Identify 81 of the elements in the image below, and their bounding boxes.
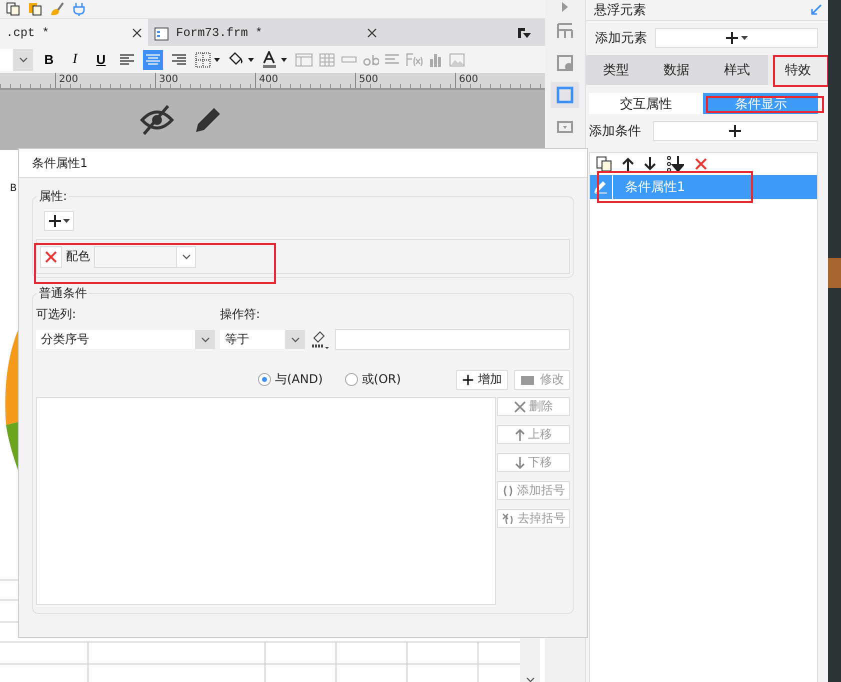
editor-tab[interactable]: .cpt * <box>0 19 148 46</box>
up-arrow-icon <box>515 428 525 440</box>
ruler-label: 200 <box>55 73 155 88</box>
bar-chart-icon[interactable] <box>429 52 443 66</box>
field-label: 可选列: <box>36 306 78 323</box>
down-caret-icon <box>526 677 534 682</box>
caret-icon <box>182 254 190 260</box>
property-label: 配色 <box>66 248 90 265</box>
dialog-title: 条件属性1 <box>19 149 587 178</box>
plus-icon <box>728 124 742 138</box>
plug-icon[interactable] <box>72 2 86 16</box>
underline-button[interactable]: U <box>91 50 111 70</box>
ruler-label: 500 <box>355 73 455 88</box>
paragraph-icon[interactable] <box>385 54 399 66</box>
align-center-button[interactable] <box>143 50 163 70</box>
font-color-icon[interactable] <box>261 50 289 68</box>
close-icon <box>694 157 708 171</box>
sub-tab[interactable]: 交互属性 <box>588 93 704 114</box>
field-label: 操作符: <box>220 306 260 323</box>
pencil-icon <box>594 180 608 194</box>
remove-parentheses-icon <box>502 512 514 524</box>
move-bottom-icon[interactable] <box>666 156 684 172</box>
plus-icon <box>724 31 739 45</box>
add-button[interactable]: 增加 <box>456 370 508 390</box>
panel-tab[interactable]: 样式 <box>706 55 768 85</box>
down-arrow-icon <box>515 456 525 468</box>
caret-icon <box>63 219 70 223</box>
text-icon[interactable] <box>363 54 379 66</box>
paste-icon[interactable] <box>28 2 42 16</box>
field-label: 添加条件 <box>588 123 641 140</box>
close-icon <box>514 400 526 412</box>
cell-text: B <box>10 183 17 195</box>
remove-button[interactable] <box>40 246 62 268</box>
panel-title: 悬浮元素 <box>594 2 646 19</box>
close-icon <box>44 250 58 264</box>
logic-radio[interactable]: 与(AND) <box>258 371 323 388</box>
table-icon[interactable] <box>295 52 313 66</box>
brush-icon[interactable] <box>50 2 64 16</box>
edit-icon <box>520 374 536 386</box>
caret-icon <box>200 336 210 342</box>
grid-icon[interactable] <box>319 52 335 66</box>
bold-button[interactable]: B <box>39 50 59 70</box>
down-arrow-icon[interactable] <box>644 157 656 171</box>
value-input-field[interactable] <box>335 329 570 350</box>
plus-icon <box>48 214 62 228</box>
formula-icon[interactable] <box>405 52 423 66</box>
caret-icon <box>18 56 28 62</box>
copy-icon[interactable] <box>596 156 612 172</box>
expand-arrow-icon[interactable] <box>560 2 569 12</box>
color-dropdown[interactable] <box>94 246 196 268</box>
add-property-button[interactable] <box>44 211 74 231</box>
logic-radio[interactable]: 或(OR) <box>344 371 401 388</box>
column-dropdown[interactable]: 分类序号 <box>36 330 215 349</box>
fill-bucket-icon[interactable] <box>227 52 255 68</box>
font-size-field[interactable] <box>0 48 13 70</box>
eye-slash-icon[interactable] <box>140 104 174 136</box>
collapse-icon[interactable] <box>810 4 822 16</box>
scrollbar[interactable] <box>520 635 540 682</box>
ruler-label: 400 <box>255 73 355 88</box>
close-icon[interactable] <box>132 28 142 38</box>
text-field-icon[interactable] <box>341 56 357 64</box>
caret-icon <box>740 36 748 40</box>
copy-icon[interactable] <box>6 2 20 16</box>
form-file-icon <box>154 24 170 40</box>
tab-menu-icon[interactable] <box>517 26 531 38</box>
parentheses-icon <box>502 484 514 496</box>
italic-button[interactable]: I <box>65 50 85 70</box>
image-icon[interactable] <box>449 52 465 66</box>
panel-tab[interactable]: 数据 <box>646 55 707 85</box>
up-arrow-icon[interactable] <box>622 157 634 171</box>
border-icon[interactable] <box>195 52 221 68</box>
group-legend: 属性: <box>37 188 70 205</box>
caret-icon <box>290 336 300 342</box>
close-icon[interactable] <box>367 28 377 38</box>
operator-dropdown[interactable]: 等于 <box>220 330 305 349</box>
ruler-label: 300 <box>155 73 255 88</box>
panel-tab[interactable]: 类型 <box>586 55 646 85</box>
field-label: 添加元素 <box>594 30 647 47</box>
frame-icon[interactable] <box>550 82 579 108</box>
plus-icon <box>462 374 474 386</box>
group-legend: 普通条件 <box>37 285 89 302</box>
